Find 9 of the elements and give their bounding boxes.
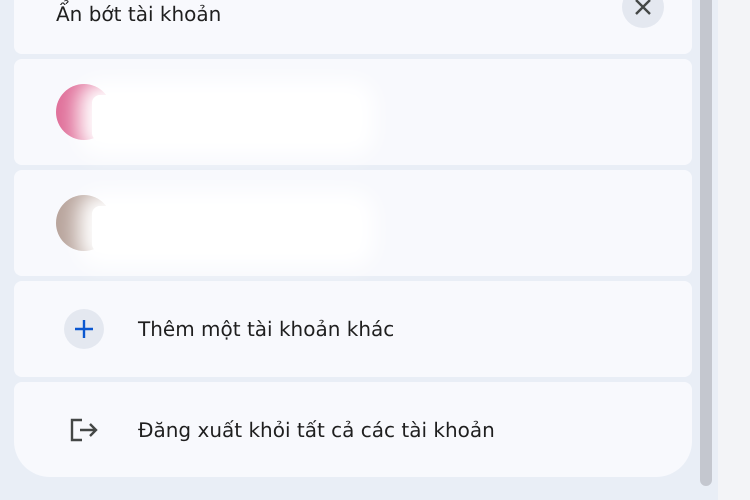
action-label: Đăng xuất khỏi tất cả các tài khoản <box>138 418 495 442</box>
action-item[interactable]: Thêm một tài khoản khác <box>14 281 692 377</box>
account-item[interactable] <box>14 59 692 165</box>
scrollbar[interactable] <box>700 0 712 486</box>
add-icon <box>64 309 104 349</box>
account-item[interactable] <box>14 170 692 276</box>
action-label: Thêm một tài khoản khác <box>138 317 394 341</box>
section-title: Ẩn bớt tài khoản <box>56 2 222 26</box>
action-item[interactable]: Đăng xuất khỏi tất cả các tài khoản <box>14 382 692 477</box>
